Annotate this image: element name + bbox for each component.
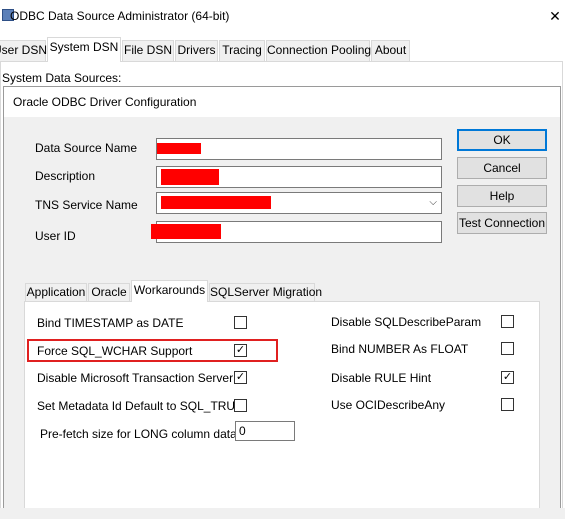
tab-sqlserver-migration[interactable]: SQLServer Migration — [209, 283, 322, 301]
disable-rule-hint-checkbox[interactable]: ✓ — [501, 371, 514, 384]
disable-mts-label: Disable Microsoft Transaction Server — [37, 371, 234, 385]
tab-workarounds[interactable]: Workarounds — [131, 280, 208, 302]
bind-number-float-label: Bind NUMBER As FLOAT — [331, 342, 469, 356]
tab-application[interactable]: Application — [25, 283, 87, 301]
tab-file-dsn[interactable]: File DSN — [122, 40, 174, 61]
tns-service-name-label: TNS Service Name — [35, 198, 138, 212]
set-metadata-id-label: Set Metadata Id Default to SQL_TRUE — [37, 399, 244, 413]
bind-number-float-checkbox[interactable] — [501, 342, 514, 355]
redaction-mark — [161, 196, 271, 209]
use-ocidescribeany-label: Use OCIDescribeAny — [331, 398, 446, 412]
disable-mts-checkbox[interactable]: ✓ — [234, 371, 247, 384]
bind-timestamp-checkbox[interactable] — [234, 316, 247, 329]
cancel-button[interactable]: Cancel — [457, 157, 547, 179]
tab-system-dsn[interactable]: System DSN — [47, 37, 121, 62]
window-bottom-edge — [0, 508, 565, 519]
tab-tracing[interactable]: Tracing — [219, 40, 265, 61]
disable-rule-hint-label: Disable RULE Hint — [331, 371, 432, 385]
data-source-name-input[interactable] — [156, 138, 442, 160]
chevron-down-icon[interactable]: ⌵ — [429, 197, 437, 208]
dialog-title: Oracle ODBC Driver Configuration — [13, 95, 197, 109]
window-title: ODBC Data Source Administrator (64-bit) — [10, 9, 230, 23]
description-label: Description — [35, 169, 96, 183]
prefetch-label: Pre-fetch size for LONG column data — [40, 427, 237, 441]
close-icon[interactable]: ✕ — [545, 6, 565, 26]
tab-about[interactable]: About — [371, 40, 410, 61]
ok-button[interactable]: OK — [457, 129, 547, 151]
help-button[interactable]: Help — [457, 185, 547, 207]
system-data-sources-label: System Data Sources: — [2, 71, 122, 85]
disable-sqldescribeparam-checkbox[interactable] — [501, 315, 514, 328]
set-metadata-id-checkbox[interactable] — [234, 399, 247, 412]
highlight-box — [27, 339, 278, 362]
tab-drivers[interactable]: Drivers — [175, 40, 218, 61]
disable-sqldescribeparam-label: Disable SQLDescribeParam — [331, 315, 482, 329]
tab-user-dsn[interactable]: User DSN — [0, 40, 47, 61]
use-ocidescribeany-checkbox[interactable] — [501, 398, 514, 411]
user-id-label: User ID — [35, 229, 76, 243]
test-connection-button[interactable]: Test Connection — [457, 212, 547, 234]
tns-service-name-combo[interactable]: ⌵ — [156, 192, 442, 214]
tab-oracle[interactable]: Oracle — [88, 283, 130, 301]
prefetch-size-input[interactable] — [235, 421, 295, 441]
redaction-mark — [151, 224, 221, 239]
user-id-input[interactable] — [151, 221, 442, 243]
redaction-mark — [161, 169, 219, 185]
bind-timestamp-label: Bind TIMESTAMP as DATE — [37, 316, 184, 330]
tab-connection-pooling[interactable]: Connection Pooling — [266, 40, 371, 61]
description-input[interactable] — [156, 166, 442, 188]
data-source-name-label: Data Source Name — [35, 141, 138, 155]
redaction-mark — [157, 143, 201, 154]
